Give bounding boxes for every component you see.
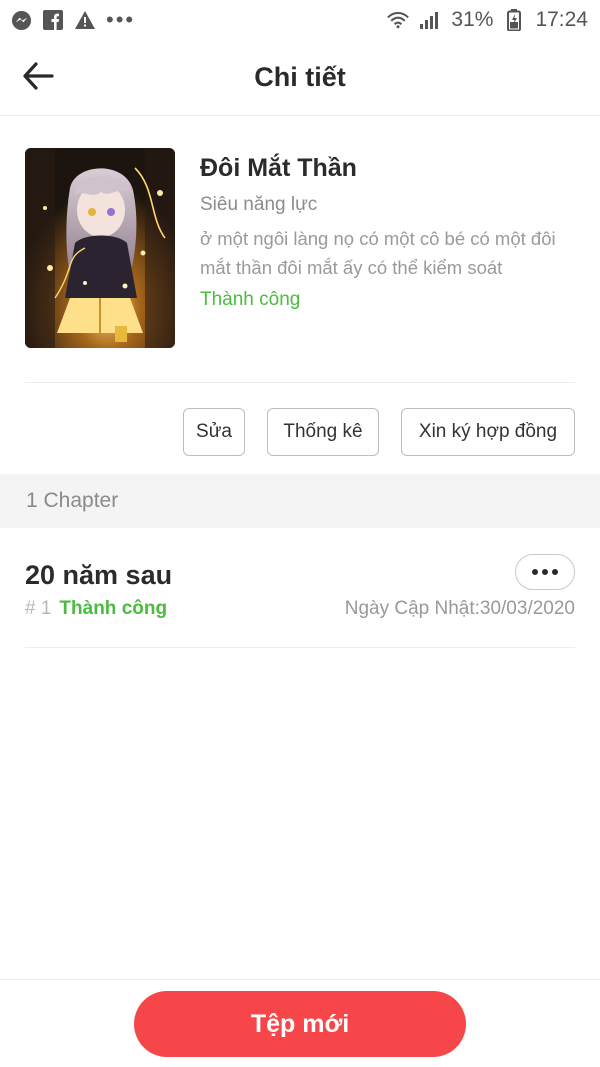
- book-description: ở một ngôi làng nọ có một cô bé có một đ…: [200, 228, 556, 278]
- more-notifications-icon: •••: [106, 7, 136, 32]
- chapter-updated-date: Ngày Cập Nhật:30/03/2020: [344, 598, 575, 619]
- bottom-bar: Tệp mới: [0, 979, 600, 1067]
- request-contract-button[interactable]: Xin ký hợp đồng: [401, 408, 575, 456]
- chapter-list-item[interactable]: 20 năm sau # 1 Thành công Ngày Cập Nhật:…: [25, 528, 575, 648]
- book-info-section: Đôi Mắt Thần Siêu năng lực ở một ngôi là…: [25, 148, 575, 348]
- chapter-meta: # 1 Thành công: [25, 598, 167, 620]
- clock: 17:24: [535, 8, 588, 31]
- book-cover-image[interactable]: [25, 148, 175, 348]
- section-divider: [25, 382, 575, 383]
- book-genre: Siêu năng lực: [200, 194, 318, 215]
- chapter-count: 1 Chapter: [26, 489, 119, 512]
- book-status: Thành công: [200, 289, 301, 310]
- edit-button[interactable]: Sửa: [183, 408, 245, 456]
- more-horizontal-icon: [532, 569, 558, 575]
- book-actions: Sửa Thống kê Xin ký hợp đồng: [183, 408, 575, 456]
- page-title: Chi tiết: [254, 62, 346, 92]
- messenger-icon: [10, 9, 32, 31]
- status-left: •••: [10, 9, 135, 31]
- chapter-number: # 1: [25, 598, 52, 619]
- book-title: Đôi Mắt Thần: [200, 154, 357, 182]
- wifi-icon: [387, 9, 410, 31]
- signal-icon: [419, 9, 441, 31]
- status-right: 31% 17:24: [387, 8, 588, 32]
- battery-icon: [503, 9, 525, 31]
- chapter-count-header: 1 Chapter: [0, 474, 600, 528]
- chapter-title: 20 năm sau: [25, 560, 173, 590]
- status-bar: ••• 31% 17:24: [0, 0, 600, 40]
- statistics-button[interactable]: Thống kê: [267, 408, 379, 456]
- chapter-status: Thành công: [59, 598, 168, 619]
- new-file-button[interactable]: Tệp mới: [134, 991, 466, 1057]
- book-details: Đôi Mắt Thần Siêu năng lực ở một ngôi là…: [200, 152, 575, 314]
- facebook-icon: [42, 9, 64, 31]
- app-bar: Chi tiết: [0, 40, 600, 116]
- battery-percent: 31%: [451, 8, 494, 31]
- warning-icon: [74, 9, 96, 31]
- chapter-more-button[interactable]: [515, 554, 575, 590]
